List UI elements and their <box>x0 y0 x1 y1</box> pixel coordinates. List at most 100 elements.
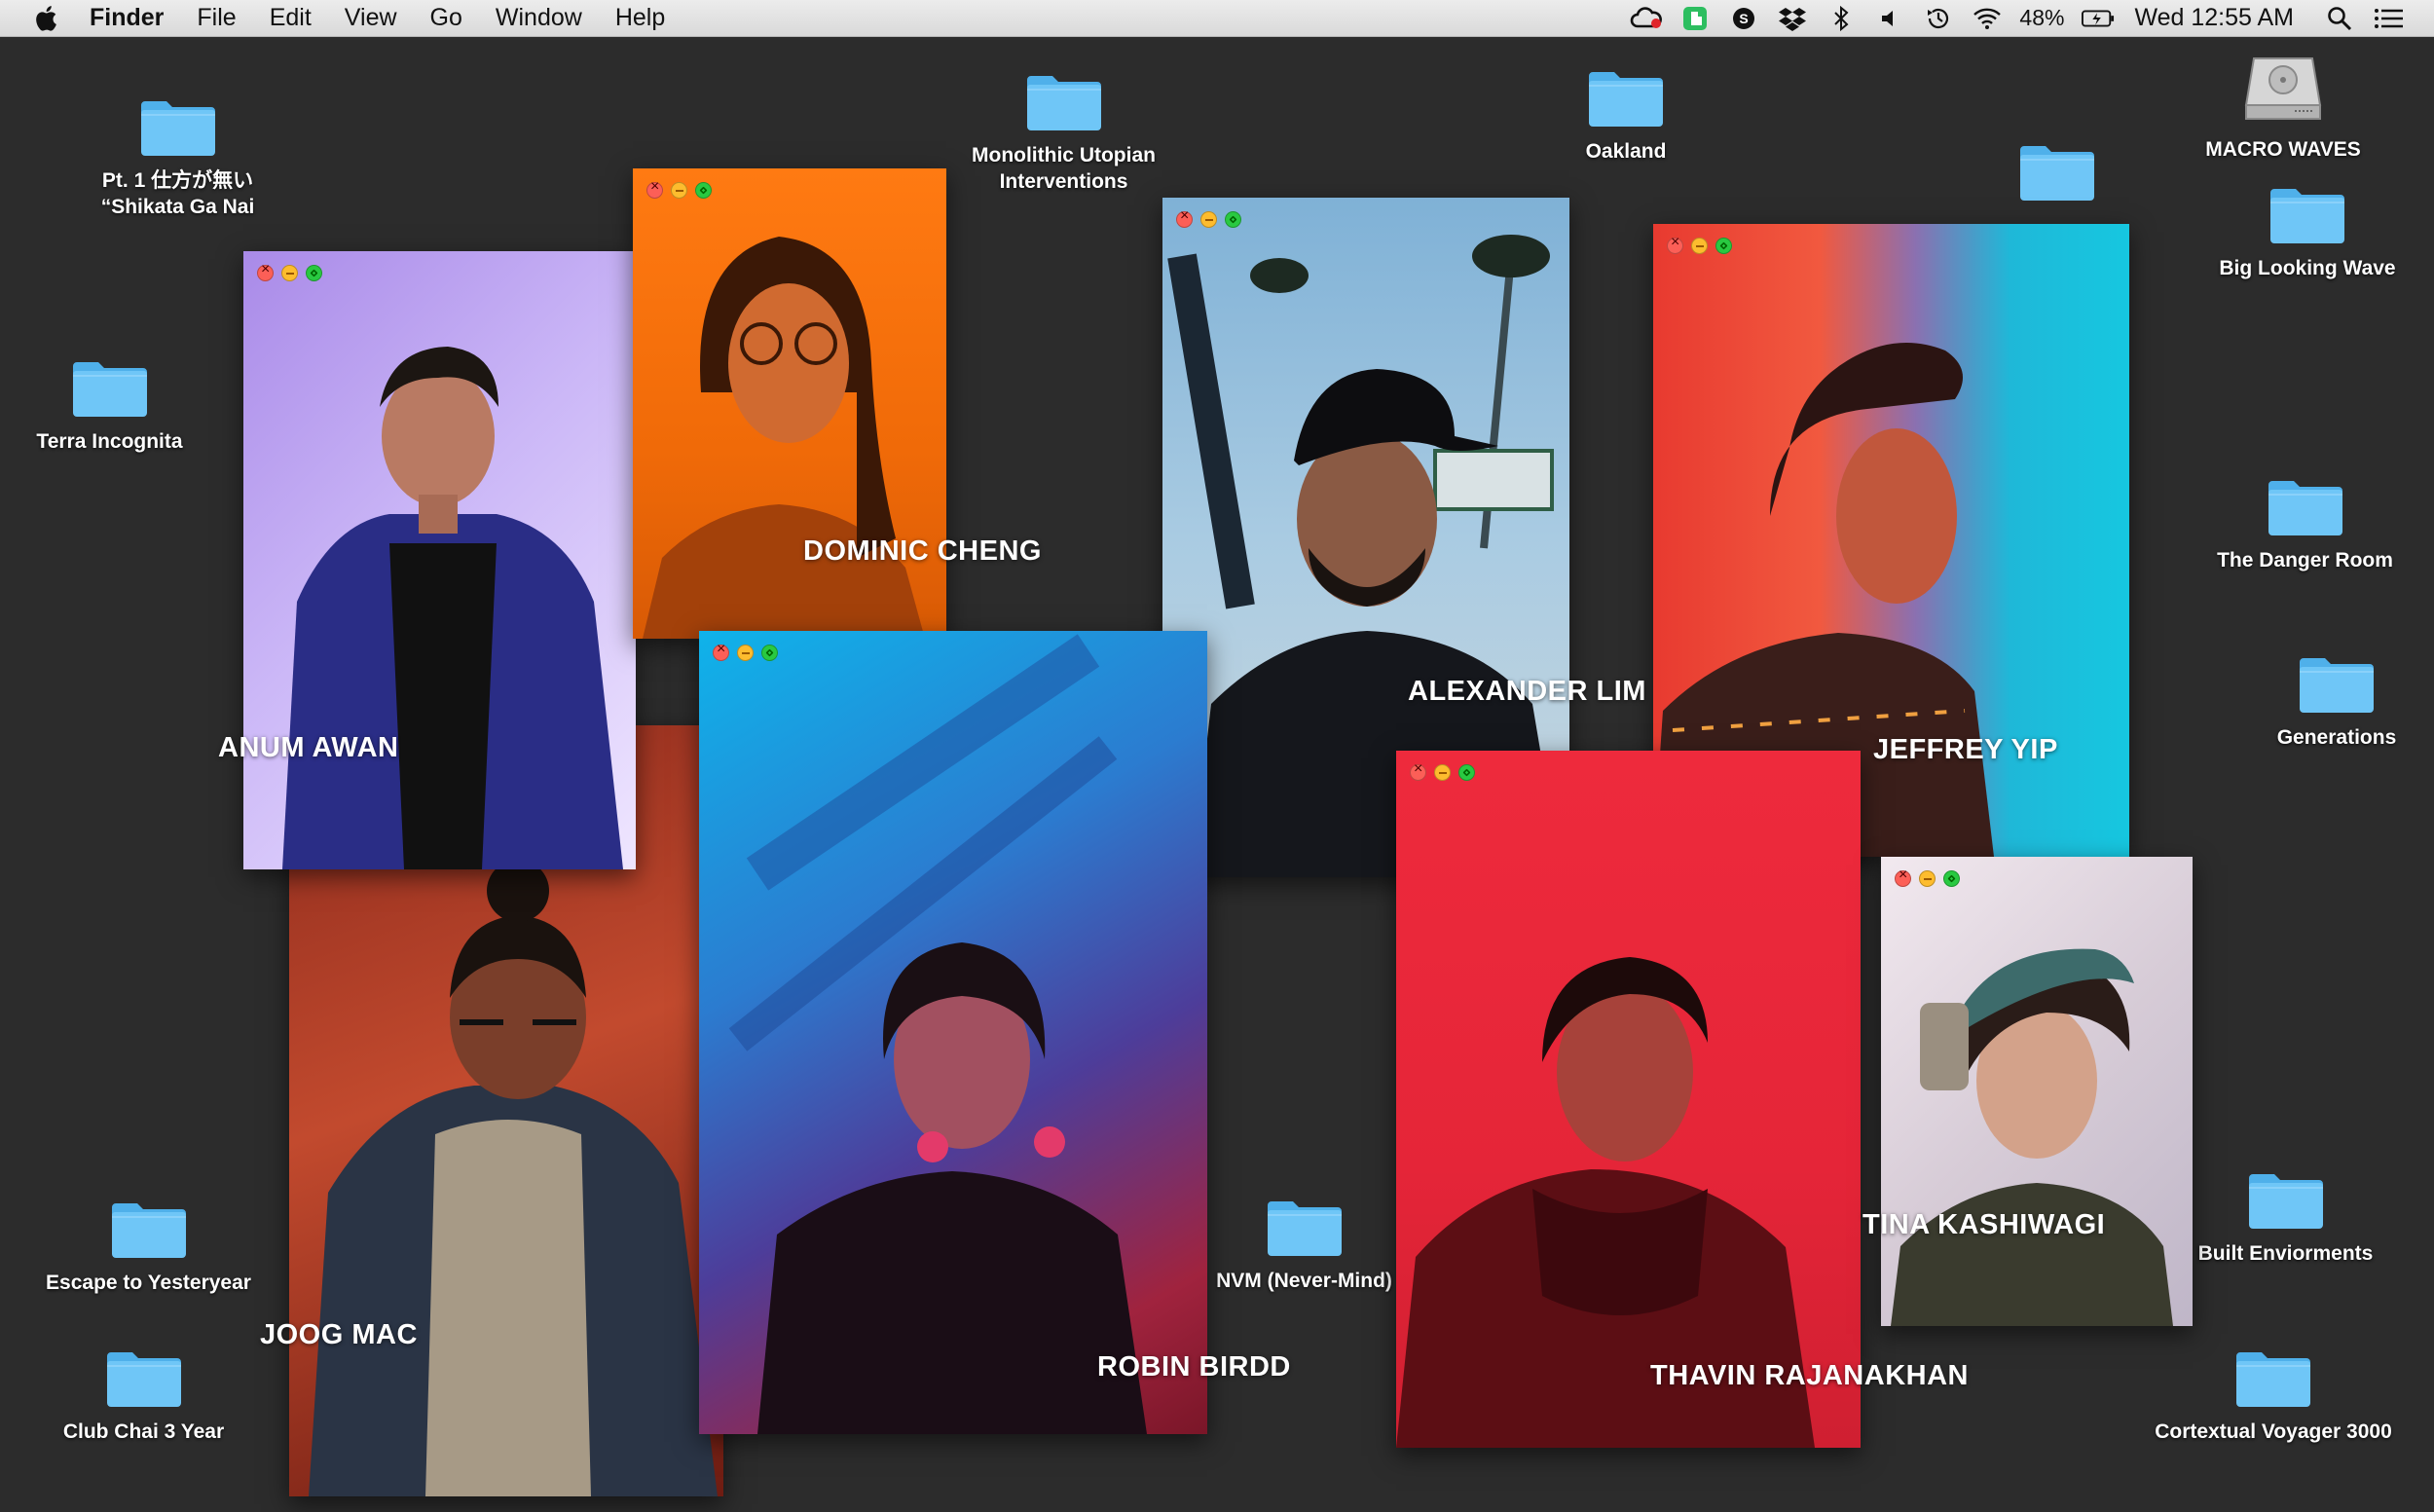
folder-icon <box>2018 140 2096 203</box>
folder-oakland[interactable]: Oakland <box>1529 66 1723 165</box>
folder-the-danger-room[interactable]: The Danger Room <box>2195 475 2415 573</box>
folder-nvm-never-mind[interactable]: NVM (Never-Mind) <box>1204 1196 1404 1294</box>
name-jeffrey-yip: JEFFREY YIP <box>1873 734 2058 765</box>
folder-icon <box>110 1198 188 1260</box>
photo-window-dominic-cheng[interactable] <box>633 168 946 639</box>
folder-label: Big Looking Wave <box>2219 257 2396 279</box>
folder-icon <box>105 1346 183 1409</box>
minimize-button[interactable] <box>671 182 687 199</box>
disk-macro-waves[interactable]: MACRO WAVES <box>2181 49 2385 163</box>
portrait-figure <box>282 347 623 869</box>
folder-label: NVM (Never-Mind) <box>1216 1270 1392 1292</box>
folder-icon <box>1587 66 1665 129</box>
notification-center-icon[interactable] <box>2372 4 2405 33</box>
folder-built-enviorments[interactable]: Built Enviorments <box>2181 1168 2390 1267</box>
folder-label: Cortextual Voyager 3000 <box>2155 1420 2392 1443</box>
clock[interactable]: Wed 12:55 AM <box>2134 4 2294 32</box>
close-button[interactable] <box>713 641 729 661</box>
folder-label: Terra Incognita <box>36 430 183 453</box>
hard-drive-icon <box>2244 57 2322 120</box>
close-button[interactable] <box>1410 760 1426 781</box>
close-button[interactable] <box>1667 234 1683 254</box>
folder-terra-incognita[interactable]: Terra Incognita <box>15 356 204 455</box>
bluetooth-icon[interactable] <box>1825 4 1858 33</box>
close-button[interactable] <box>1176 207 1193 228</box>
minimize-button[interactable] <box>281 265 298 281</box>
folder-icon <box>2234 1346 2312 1409</box>
volume-icon[interactable] <box>1873 4 1906 33</box>
skype-icon[interactable]: S <box>1727 4 1760 33</box>
zoom-button[interactable] <box>306 265 322 281</box>
window-controls <box>257 261 322 281</box>
dropbox-icon[interactable] <box>1776 4 1809 33</box>
folder-label: Pt. 1 仕方が無い “Shikata Ga Nai <box>100 169 255 218</box>
window-controls <box>713 641 778 661</box>
window-controls <box>1176 207 1241 228</box>
folder-shikata-ga-nai[interactable]: Pt. 1 仕方が無い “Shikata Ga Nai <box>39 95 316 220</box>
zoom-button[interactable] <box>1458 764 1475 781</box>
window-controls <box>1667 234 1732 254</box>
window-controls <box>646 178 712 199</box>
zoom-button[interactable] <box>1943 870 1960 887</box>
zoom-button[interactable] <box>1715 238 1732 254</box>
folder-big-looking-wave[interactable]: Big Looking Wave <box>2200 183 2415 281</box>
menu-view[interactable]: View <box>345 4 397 32</box>
photo-window-anum-awan[interactable] <box>243 251 636 869</box>
folder-escape-to-yesteryear[interactable]: Escape to Yesteryear <box>24 1198 273 1296</box>
folder-icon <box>139 95 217 158</box>
folder-icon <box>2268 183 2346 245</box>
window-controls <box>1895 867 1960 887</box>
photo-window-robin-birdd[interactable] <box>699 631 1207 1434</box>
minimize-button[interactable] <box>737 645 754 661</box>
apple-icon[interactable] <box>33 4 62 33</box>
name-robin-birdd: ROBIN BIRDD <box>1097 1351 1291 1383</box>
name-alexander-lim: ALEXANDER LIM <box>1408 676 1646 707</box>
wifi-icon[interactable] <box>1971 4 2004 33</box>
photo-window-tina-kashiwagi[interactable] <box>1881 857 2193 1326</box>
name-anum-awan: ANUM AWAN <box>218 732 399 763</box>
minimize-button[interactable] <box>1200 211 1217 228</box>
folder-icon <box>1266 1196 1344 1258</box>
folder-label: Oakland <box>1585 140 1667 163</box>
zoom-button[interactable] <box>695 182 712 199</box>
close-button[interactable] <box>257 261 274 281</box>
close-button[interactable] <box>1895 867 1911 887</box>
minimize-button[interactable] <box>1919 870 1936 887</box>
folder-label: Built Enviorments <box>2197 1242 2374 1265</box>
folder-icon <box>2267 475 2344 537</box>
folder-unnamed[interactable] <box>2018 140 2096 212</box>
menu-file[interactable]: File <box>197 4 236 32</box>
time-machine-icon[interactable] <box>1922 4 1955 33</box>
creative-cloud-icon[interactable] <box>1630 4 1663 33</box>
zoom-button[interactable] <box>1225 211 1241 228</box>
folder-club-chai-3-year[interactable]: Club Chai 3 Year <box>39 1346 248 1445</box>
menu-edit[interactable]: Edit <box>270 4 312 32</box>
menu-bar: Finder File Edit View Go Window Help S 4… <box>0 0 2434 37</box>
menu-finder[interactable]: Finder <box>90 4 164 32</box>
folder-label: Monolithic Utopian Interventions <box>972 144 1156 193</box>
folder-label: The Danger Room <box>2217 549 2393 572</box>
folder-generations[interactable]: Generations <box>2239 652 2434 751</box>
spotlight-icon[interactable] <box>2323 4 2356 33</box>
evernote-icon[interactable] <box>1678 4 1712 33</box>
photo-window-thavin-rajanakhan[interactable] <box>1396 751 1861 1448</box>
menu-go[interactable]: Go <box>430 4 462 32</box>
battery-icon[interactable] <box>2082 4 2115 33</box>
folder-icon <box>2247 1168 2325 1231</box>
menu-window[interactable]: Window <box>496 4 582 32</box>
menu-help[interactable]: Help <box>615 4 665 32</box>
folder-icon <box>1025 70 1103 132</box>
svg-text:S: S <box>1740 11 1749 26</box>
name-dominic-cheng: DOMINIC CHENG <box>803 535 1042 567</box>
zoom-button[interactable] <box>761 645 778 661</box>
folder-icon <box>2298 652 2376 715</box>
folder-monolithic-utopian-interventions[interactable]: Monolithic Utopian Interventions <box>949 70 1178 195</box>
minimize-button[interactable] <box>1434 764 1451 781</box>
close-button[interactable] <box>646 178 663 199</box>
portrait-figure <box>1891 948 2173 1326</box>
portrait-figure <box>1396 957 1815 1448</box>
folder-cortextual-voyager-3000[interactable]: Cortextual Voyager 3000 <box>2137 1346 2410 1445</box>
folder-icon <box>71 356 149 419</box>
minimize-button[interactable] <box>1691 238 1708 254</box>
folder-label: Club Chai 3 Year <box>62 1420 225 1443</box>
